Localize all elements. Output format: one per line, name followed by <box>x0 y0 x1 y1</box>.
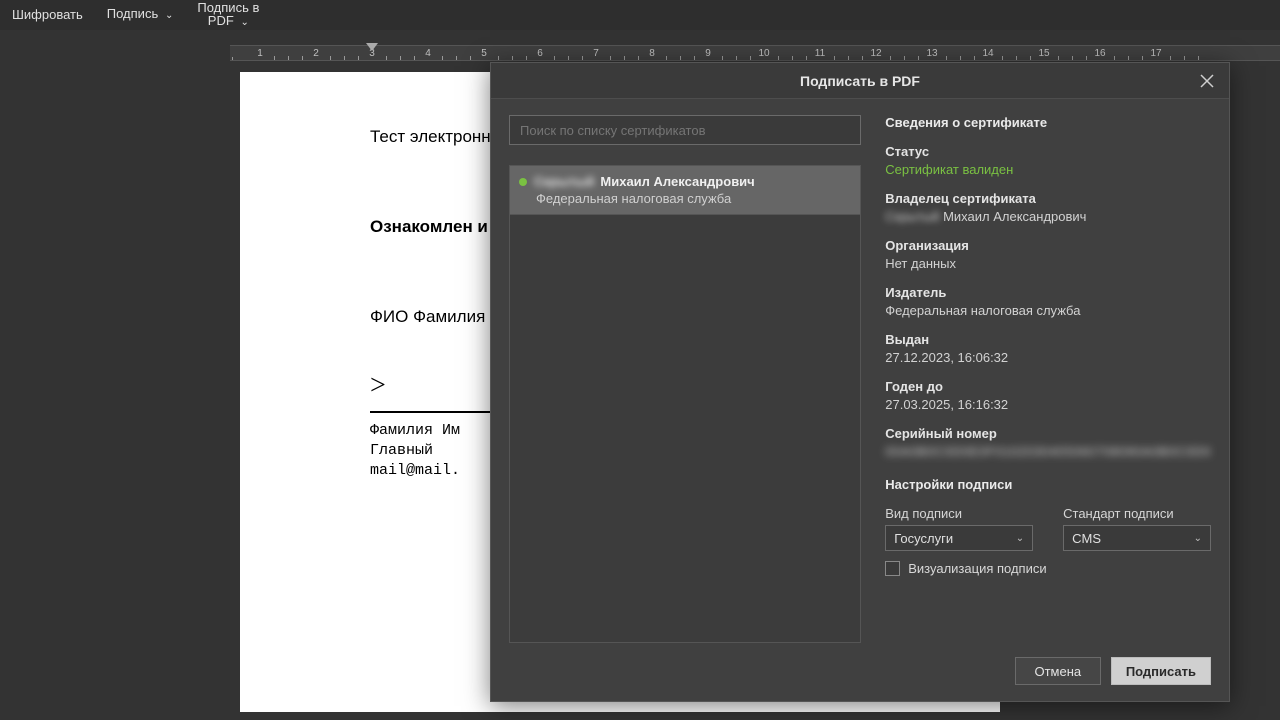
cancel-button[interactable]: Отмена <box>1015 657 1101 685</box>
signature-standard-select[interactable]: CMS ⌄ <box>1063 525 1211 551</box>
certificate-details: Сведения о сертификате Статус Сертификат… <box>885 115 1211 643</box>
cert-surname-blurred: Скрытый <box>534 174 594 189</box>
chevron-down-icon: ⌄ <box>1194 533 1202 544</box>
dialog-title: Подписать в PDF <box>800 73 920 89</box>
status-value: Сертификат валиден <box>885 162 1211 177</box>
sign-button[interactable]: Подписать <box>1111 657 1211 685</box>
ruler-number: 11 <box>815 48 825 59</box>
cert-org: Федеральная налоговая служба <box>536 191 848 206</box>
ruler-number: 13 <box>926 48 937 59</box>
ruler-number: 7 <box>593 48 599 59</box>
ruler-number: 16 <box>1094 48 1105 59</box>
ruler-number: 14 <box>982 48 993 59</box>
dialog-footer: Отмена Подписать <box>491 647 1229 701</box>
issued-label: Выдан <box>885 332 1211 347</box>
dialog-header: Подписать в PDF <box>491 63 1229 99</box>
status-dot-icon <box>519 178 527 186</box>
sign-pdf-dialog: Подписать в PDF Скрытый Михаил Александр… <box>490 62 1230 702</box>
signature-kind-select[interactable]: Госуслуги ⌄ <box>885 525 1033 551</box>
certificate-search-input[interactable] <box>509 115 861 145</box>
valid-to-value: 27.03.2025, 16:16:32 <box>885 397 1211 412</box>
serial-value-blurred: 00A0B0C0D0E0F0102030405060708090A0B0C0D0 <box>885 444 1211 459</box>
chevron-down-icon: ⌄ <box>162 10 173 21</box>
certificate-list-item[interactable]: Скрытый Михаил Александрович Федеральная… <box>510 166 860 215</box>
ruler-number: 4 <box>425 48 431 59</box>
ruler-number: 1 <box>257 48 263 59</box>
signature-kind-label: Вид подписи <box>885 506 1033 521</box>
top-toolbar: Шифровать Подпись ⌄ Подпись в PDF ⌄ <box>0 0 1280 30</box>
close-button[interactable] <box>1193 67 1221 95</box>
owner-label: Владелец сертификата <box>885 191 1211 206</box>
signature-line <box>370 411 490 413</box>
org-value: Нет данных <box>885 256 1211 271</box>
status-label: Статус <box>885 144 1211 159</box>
signature-mark-icon: > <box>370 367 386 405</box>
ruler-number: 9 <box>705 48 711 59</box>
sign-pdf-menu[interactable]: Подпись в PDF ⌄ <box>185 0 271 33</box>
chevron-down-icon: ⌄ <box>238 17 249 28</box>
ruler-number: 8 <box>649 48 655 59</box>
sign-menu[interactable]: Подпись ⌄ <box>95 3 186 27</box>
ruler-number: 6 <box>537 48 543 59</box>
issuer-label: Издатель <box>885 285 1211 300</box>
signature-kind-value: Госуслуги <box>894 531 953 546</box>
signature-standard-label: Стандарт подписи <box>1063 506 1211 521</box>
ruler-number: 17 <box>1150 48 1161 59</box>
valid-to-label: Годен до <box>885 379 1211 394</box>
signature-standard-value: CMS <box>1072 531 1101 546</box>
owner-name: Михаил Александрович <box>943 209 1086 224</box>
sign-pdf-label-2: PDF <box>208 13 234 28</box>
visualization-label: Визуализация подписи <box>908 561 1046 576</box>
encrypt-menu[interactable]: Шифровать <box>0 4 95 26</box>
close-icon <box>1200 74 1214 88</box>
chevron-down-icon: ⌄ <box>1016 533 1024 544</box>
issuer-value: Федеральная налоговая служба <box>885 303 1211 318</box>
owner-surname-blurred: Скрытый <box>885 209 939 224</box>
ruler-number: 5 <box>481 48 487 59</box>
settings-heading: Настройки подписи <box>885 477 1211 492</box>
ruler-number: 2 <box>313 48 319 59</box>
sign-label: Подпись <box>107 6 158 21</box>
visualization-checkbox[interactable] <box>885 561 900 576</box>
org-label: Организация <box>885 238 1211 253</box>
issued-value: 27.12.2023, 16:06:32 <box>885 350 1211 365</box>
serial-label: Серийный номер <box>885 426 1211 441</box>
details-heading: Сведения о сертификате <box>885 115 1211 130</box>
ruler-tab-marker[interactable] <box>366 43 378 53</box>
encrypt-label: Шифровать <box>12 8 83 22</box>
certificate-list: Скрытый Михаил Александрович Федеральная… <box>509 165 861 643</box>
ruler-number: 10 <box>758 48 769 59</box>
cert-name: Михаил Александрович <box>600 174 754 189</box>
ruler-number: 15 <box>1038 48 1049 59</box>
ruler-number: 12 <box>870 48 881 59</box>
